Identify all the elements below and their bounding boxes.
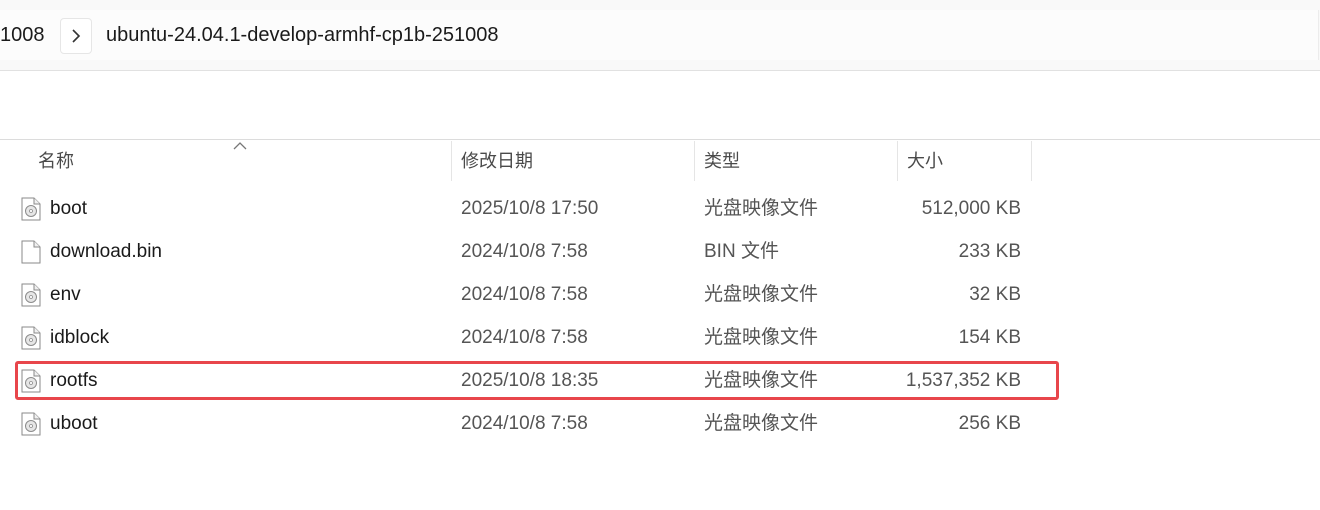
file-list: boot 2025/10/8 17:50 光盘映像文件 512,000 KB d… <box>0 187 1320 445</box>
file-type: 光盘映像文件 <box>704 327 819 348</box>
file-type: 光盘映像文件 <box>704 198 819 219</box>
column-divider[interactable] <box>897 141 898 181</box>
file-row-env[interactable]: env 2024/10/8 7:58 光盘映像文件 32 KB <box>0 273 1320 316</box>
file-name: env <box>50 284 81 305</box>
column-header-modified[interactable]: 修改日期 <box>453 141 693 181</box>
file-type: 光盘映像文件 <box>704 413 819 434</box>
address-area: 1008 ubuntu-24.04.1-develop-armhf-cp1b-2… <box>0 0 1320 71</box>
file-modified-date: 2024/10/8 7:58 <box>461 327 588 348</box>
file-name: idblock <box>50 327 110 348</box>
column-header-name[interactable]: 名称 <box>30 141 450 181</box>
file-size: 32 KB <box>969 284 1021 305</box>
file-type: 光盘映像文件 <box>704 284 819 305</box>
column-header-row: 名称 修改日期 类型 大小 <box>0 141 1320 181</box>
file-modified-date: 2025/10/8 17:50 <box>461 198 599 219</box>
file-size: 512,000 KB <box>921 198 1021 219</box>
blank-file-icon <box>21 240 41 264</box>
file-size: 154 KB <box>958 327 1021 348</box>
breadcrumb-current[interactable]: ubuntu-24.04.1-develop-armhf-cp1b-251008 <box>106 22 499 48</box>
column-divider[interactable] <box>694 141 695 181</box>
chevron-right-icon <box>72 29 81 43</box>
file-row-uboot[interactable]: uboot 2024/10/8 7:58 光盘映像文件 256 KB <box>0 402 1320 445</box>
file-modified-date: 2024/10/8 7:58 <box>461 241 588 262</box>
breadcrumb-separator-button[interactable] <box>60 18 92 54</box>
file-row-boot[interactable]: boot 2025/10/8 17:50 光盘映像文件 512,000 KB <box>0 187 1320 230</box>
toolbar-area <box>0 71 1320 140</box>
file-size: 1,537,352 KB <box>905 370 1021 391</box>
disc-image-file-icon <box>21 197 41 221</box>
file-modified-date: 2024/10/8 7:58 <box>461 413 588 434</box>
file-modified-date: 2024/10/8 7:58 <box>461 284 588 305</box>
file-size: 256 KB <box>958 413 1021 434</box>
file-row-rootfs[interactable]: rootfs 2025/10/8 18:35 光盘映像文件 1,537,352 … <box>0 359 1320 402</box>
file-modified-date: 2025/10/8 18:35 <box>461 370 599 391</box>
column-divider[interactable] <box>1031 141 1032 181</box>
file-type: 光盘映像文件 <box>704 370 819 391</box>
file-type: BIN 文件 <box>704 241 779 262</box>
disc-image-file-icon <box>21 412 41 436</box>
column-header-type[interactable]: 类型 <box>696 141 896 181</box>
disc-image-file-icon <box>21 369 41 393</box>
file-size: 233 KB <box>958 241 1021 262</box>
file-name: uboot <box>50 413 98 434</box>
file-name: download.bin <box>50 241 162 262</box>
address-bar[interactable]: 1008 ubuntu-24.04.1-develop-armhf-cp1b-2… <box>0 10 1319 60</box>
disc-image-file-icon <box>21 283 41 307</box>
column-header-size[interactable]: 大小 <box>899 141 1031 181</box>
column-divider[interactable] <box>451 141 452 181</box>
breadcrumb-parent[interactable]: 1008 <box>0 22 45 48</box>
file-name: rootfs <box>50 370 98 391</box>
file-name: boot <box>50 198 87 219</box>
file-row-download-bin[interactable]: download.bin 2024/10/8 7:58 BIN 文件 233 K… <box>0 230 1320 273</box>
file-row-idblock[interactable]: idblock 2024/10/8 7:58 光盘映像文件 154 KB <box>0 316 1320 359</box>
disc-image-file-icon <box>21 326 41 350</box>
